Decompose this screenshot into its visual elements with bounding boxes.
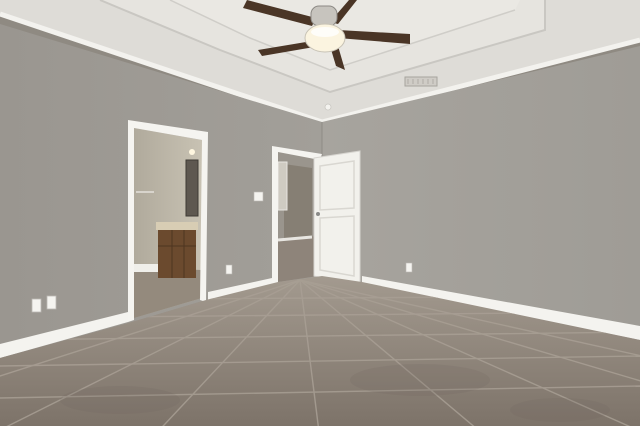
vanity-cabinet: [158, 230, 196, 278]
vanity-light-icon: [189, 149, 195, 155]
room-illustration: [0, 0, 640, 426]
outlet-icon: [225, 264, 233, 275]
outlet-icon: [31, 298, 42, 313]
hallway-window: [277, 161, 288, 211]
smoke-detector-icon: [324, 103, 332, 111]
outlet-icon: [405, 262, 413, 273]
air-vent-icon: [404, 76, 438, 87]
light-switch-icon: [253, 191, 264, 202]
room-photo: [0, 0, 640, 426]
bathroom-doorway: [128, 120, 208, 322]
bedroom-door: [313, 150, 361, 287]
vanity-mirror: [185, 159, 199, 217]
vanity-countertop: [156, 222, 198, 230]
door-knob-icon: [316, 212, 320, 216]
outlet-icon: [46, 295, 57, 310]
